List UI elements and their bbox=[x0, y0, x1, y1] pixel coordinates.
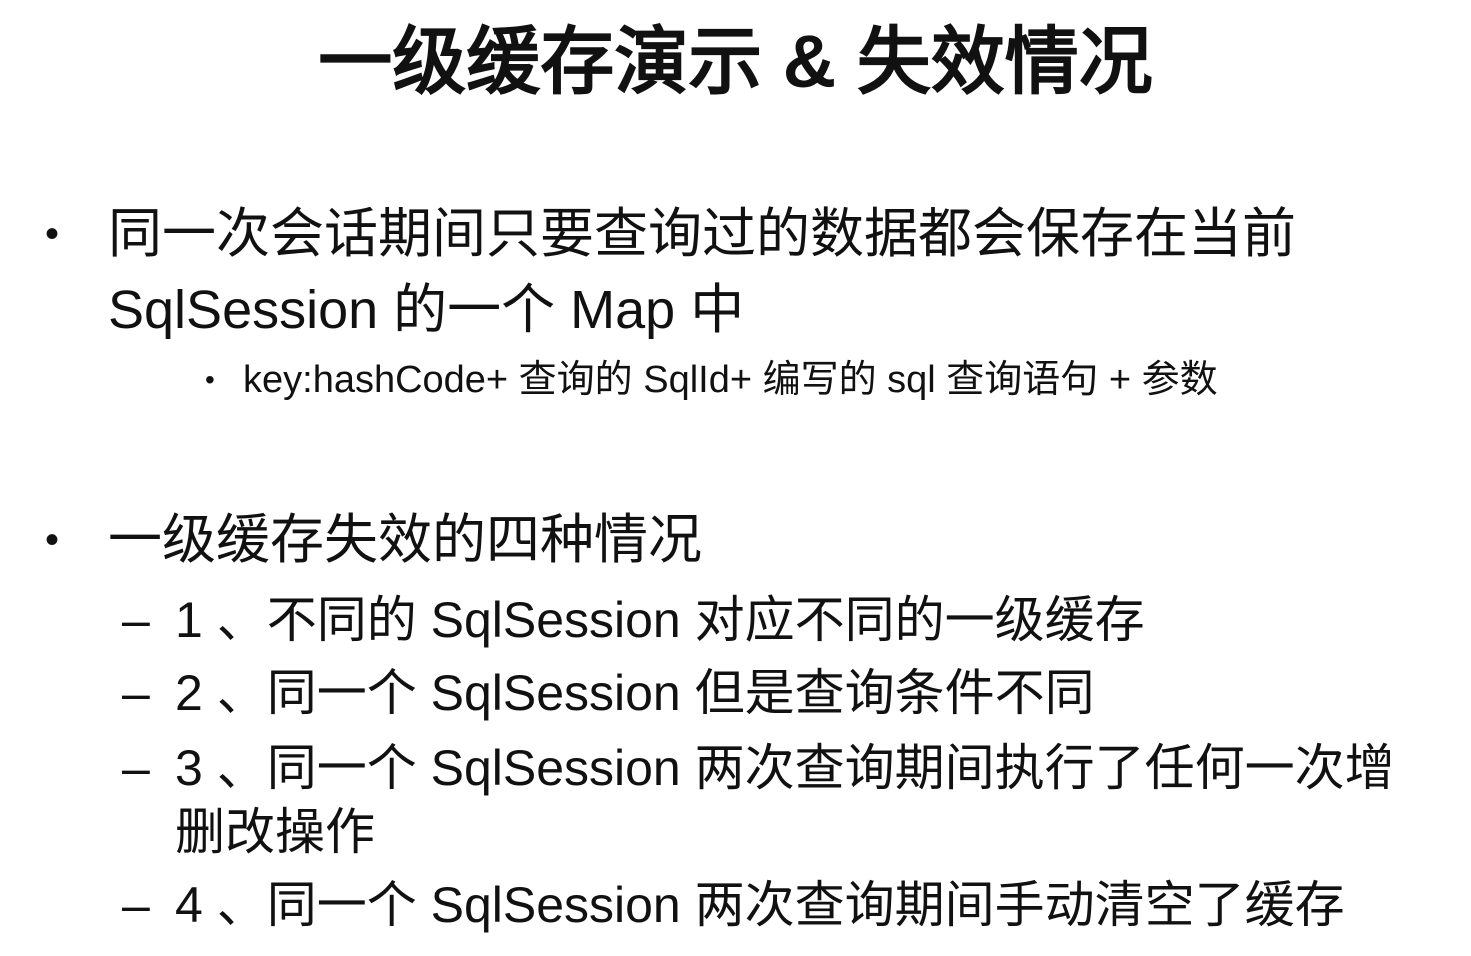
list-item: 2 、同一个 SqlSession 但是查询条件不同 bbox=[175, 665, 1095, 721]
list-item: 4 、同一个 SqlSession 两次查询期间手动清空了缓存 bbox=[175, 877, 1345, 933]
dash-icon: – bbox=[122, 877, 150, 933]
dash-icon: – bbox=[122, 665, 150, 721]
bullet-text: 同一次会话期间只要查询过的数据都会保存在当前 SqlSession 的一个 Ma… bbox=[108, 204, 1296, 340]
bullet-icon: • bbox=[45, 518, 60, 562]
slide-title: 一级缓存演示 & 失效情况 bbox=[318, 20, 1153, 103]
list-item: 1 、不同的 SqlSession 对应不同的一级缓存 bbox=[175, 592, 1145, 648]
dash-icon: – bbox=[122, 740, 150, 796]
sub-bullet-icon: • bbox=[205, 364, 215, 395]
dash-icon: – bbox=[122, 592, 150, 648]
list-item: 3 、同一个 SqlSession 两次查询期间执行了任何一次增删改操作 bbox=[175, 740, 1395, 860]
bullet-icon: • bbox=[45, 212, 60, 256]
bullet-text: 一级缓存失效的四种情况 bbox=[108, 510, 702, 570]
sub-bullet-text: key:hashCode+ 查询的 SqlId+ 编写的 sql 查询语句 + … bbox=[243, 359, 1218, 401]
